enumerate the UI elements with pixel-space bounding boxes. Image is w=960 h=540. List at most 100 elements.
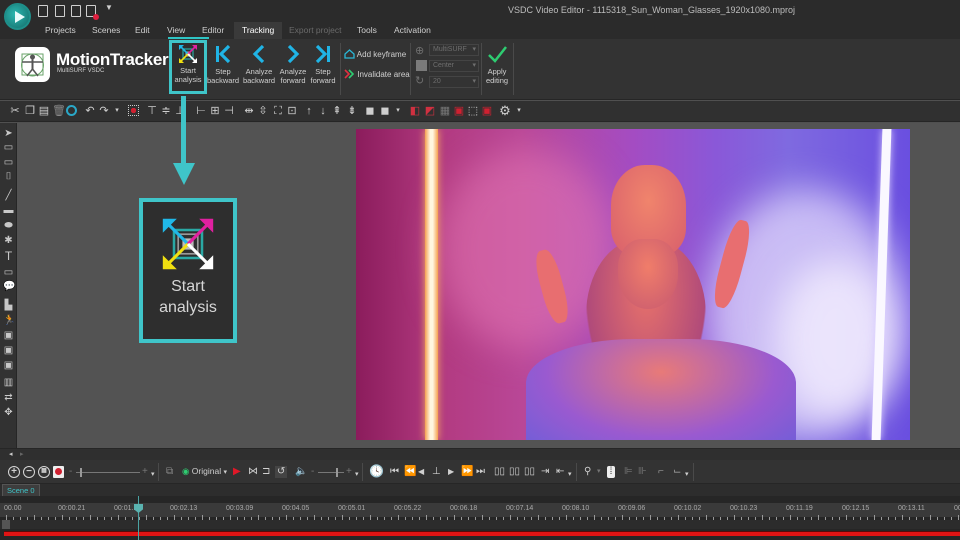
select-all-icon[interactable] xyxy=(66,105,78,117)
layout-dropdown-icon[interactable]: ▾ xyxy=(597,466,601,478)
volume-dropdown-icon[interactable]: ▾ xyxy=(355,469,359,481)
video-object-icon[interactable]: ▣ xyxy=(3,360,14,371)
track-handle[interactable] xyxy=(2,520,10,529)
step-forward-button[interactable]: Step forward xyxy=(309,41,337,91)
quick-access-dropdown-icon[interactable]: ▼ xyxy=(105,3,113,12)
track-area[interactable] xyxy=(0,520,960,529)
fit-size-icon[interactable]: ⛶ xyxy=(272,105,284,117)
history-dropdown-icon[interactable]: ▾ xyxy=(111,105,123,117)
tab-tracking[interactable]: Tracking xyxy=(234,22,283,39)
video-track-clip[interactable] xyxy=(4,531,960,536)
new-project-icon[interactable] xyxy=(38,5,48,17)
tab-activation[interactable]: Activation xyxy=(386,22,439,39)
clock-icon[interactable]: 🕓 xyxy=(369,465,384,477)
vsdc-logo-icon[interactable] xyxy=(4,3,31,30)
record-timeline-icon[interactable] xyxy=(53,466,64,478)
marker-in-icon[interactable]: ⇥ xyxy=(541,466,549,478)
rectangle-tool-icon[interactable]: ▬ xyxy=(3,205,14,216)
copy-icon[interactable]: ❐ xyxy=(24,105,36,117)
group-icon[interactable]: ◧ xyxy=(409,105,421,117)
move-tool-icon[interactable]: ✥ xyxy=(3,407,14,418)
step-backward-button[interactable]: Step backward xyxy=(207,41,239,91)
grid-icon[interactable]: ▦ xyxy=(439,105,451,117)
split-icon[interactable]: ⋈ xyxy=(248,466,258,478)
align-left-icon[interactable]: ⊢ xyxy=(195,105,207,117)
subtitle-tool-icon[interactable]: ⌷ xyxy=(3,171,14,182)
same-width-icon[interactable]: ⇹ xyxy=(243,105,255,117)
unlink-objects-icon[interactable]: ⌙ xyxy=(673,466,681,478)
volume-thumb[interactable] xyxy=(336,468,338,477)
analyze-backward-button[interactable]: Analyze backward xyxy=(241,41,277,91)
timeline-ruler[interactable] xyxy=(0,503,960,517)
image-object-icon[interactable]: ▣ xyxy=(3,330,14,341)
pointer-tool-icon[interactable]: ➤ xyxy=(3,128,14,139)
apply-editing-button[interactable]: Apply editing xyxy=(483,41,511,91)
tab-edit[interactable]: Edit xyxy=(127,22,158,39)
timeline-zoom-thumb[interactable] xyxy=(80,468,82,477)
align-right-timeline-icon[interactable]: ⊪ xyxy=(638,466,647,478)
link-dropdown-icon[interactable]: ▾ xyxy=(685,469,689,481)
video-preview[interactable] xyxy=(356,129,910,440)
fast-forward-icon[interactable]: ⏩ xyxy=(461,466,473,478)
crop-frame-icon[interactable]: ⬚ xyxy=(467,105,479,117)
bring-to-front-icon[interactable]: ⇞ xyxy=(331,105,343,117)
settings-dropdown-icon[interactable]: ▾ xyxy=(513,105,525,117)
speech-bubble-tool-icon[interactable]: 💬 xyxy=(3,281,15,292)
tab-export-project[interactable]: Export project xyxy=(281,22,349,39)
volume-icon[interactable]: 🔈 xyxy=(295,466,307,478)
align-center-icon[interactable]: ⊞ xyxy=(209,105,221,117)
tab-projects[interactable]: Projects xyxy=(37,22,84,39)
go-to-end-icon[interactable]: ⏭ xyxy=(476,466,485,478)
timeline[interactable]: 00.00 00:00.21 00:01.17 00:02.13 00:03.09 00:… xyxy=(0,496,960,540)
cut-region-icon[interactable]: ⊐ xyxy=(262,466,270,478)
delete-icon[interactable]: 🗑 xyxy=(52,105,66,117)
value-spinner[interactable]: 20 xyxy=(429,76,479,88)
line-tool-icon[interactable]: ╱ xyxy=(3,190,14,201)
link-objects-icon[interactable]: ⌐ xyxy=(658,466,664,478)
shape-combine-icon[interactable]: ◼ xyxy=(379,105,391,117)
layout-icon[interactable]: ⚲ xyxy=(584,466,591,478)
start-analysis-button[interactable]: Start analysis xyxy=(169,40,207,94)
save-icon[interactable] xyxy=(71,5,81,17)
align-left-timeline-icon[interactable]: ⊫ xyxy=(624,466,633,478)
analyze-forward-button[interactable]: Analyze forward xyxy=(277,41,309,91)
align-top-icon[interactable]: ⊤ xyxy=(146,105,158,117)
image-tool-icon[interactable]: ▭ xyxy=(3,157,14,168)
paste-icon[interactable]: ▤ xyxy=(38,105,50,117)
text-tool-icon[interactable]: T xyxy=(3,250,14,262)
scroll-left-icon[interactable]: ◂ xyxy=(9,450,13,458)
rewind-icon[interactable]: ⏪ xyxy=(404,466,416,478)
transition-tool-icon[interactable]: ⇄ xyxy=(3,392,14,403)
previous-frame-icon[interactable]: ◀ xyxy=(418,466,424,478)
split-left-icon[interactable]: ▯▯ xyxy=(494,466,505,478)
settings-gear-icon[interactable]: ⚙ xyxy=(499,104,511,117)
ellipse-tool-icon[interactable]: ⬬ xyxy=(3,220,14,231)
same-height-icon[interactable]: ⇳ xyxy=(257,105,269,117)
tab-scenes[interactable]: Scenes xyxy=(84,22,128,39)
play-preview-icon[interactable]: ▶ xyxy=(233,466,241,478)
zoom-dropdown-icon[interactable]: ▾ xyxy=(151,469,155,481)
snap-icon[interactable]: ⁞ xyxy=(607,466,615,478)
zoom-out-icon[interactable]: − xyxy=(23,466,35,478)
canvas-horizontal-scrollbar[interactable]: ◂ ▸ xyxy=(0,448,960,460)
cut-icon[interactable]: ✂ xyxy=(9,105,21,117)
tab-tools[interactable]: Tools xyxy=(349,22,385,39)
set-marker-icon[interactable]: ⊥ xyxy=(432,466,441,478)
invalidate-area-button[interactable]: Invalidate area xyxy=(344,69,410,81)
anchor-dropdown[interactable]: Center xyxy=(429,60,479,72)
record-icon[interactable] xyxy=(86,5,99,20)
ungroup-icon[interactable]: ◩ xyxy=(424,105,436,117)
volume-slider[interactable] xyxy=(318,468,344,477)
split-middle-icon[interactable]: ▯▯ xyxy=(509,466,520,478)
free-shape-tool-icon[interactable]: ✱ xyxy=(3,235,14,246)
algorithm-dropdown[interactable]: MultiSURF xyxy=(429,44,479,56)
undo-icon[interactable]: ↶ xyxy=(84,105,96,117)
redo-icon[interactable]: ↷ xyxy=(98,105,110,117)
send-to-back-icon[interactable]: ⇟ xyxy=(346,105,358,117)
mask-icon[interactable]: ▣ xyxy=(481,105,493,117)
animation-tool-icon[interactable]: 🏃 xyxy=(3,315,15,326)
align-right-icon[interactable]: ⊣ xyxy=(223,105,235,117)
audio-object-icon[interactable]: ▣ xyxy=(3,345,14,356)
video-tool-icon[interactable]: ▭ xyxy=(3,142,14,153)
zoom-in-icon[interactable]: + xyxy=(8,466,20,478)
